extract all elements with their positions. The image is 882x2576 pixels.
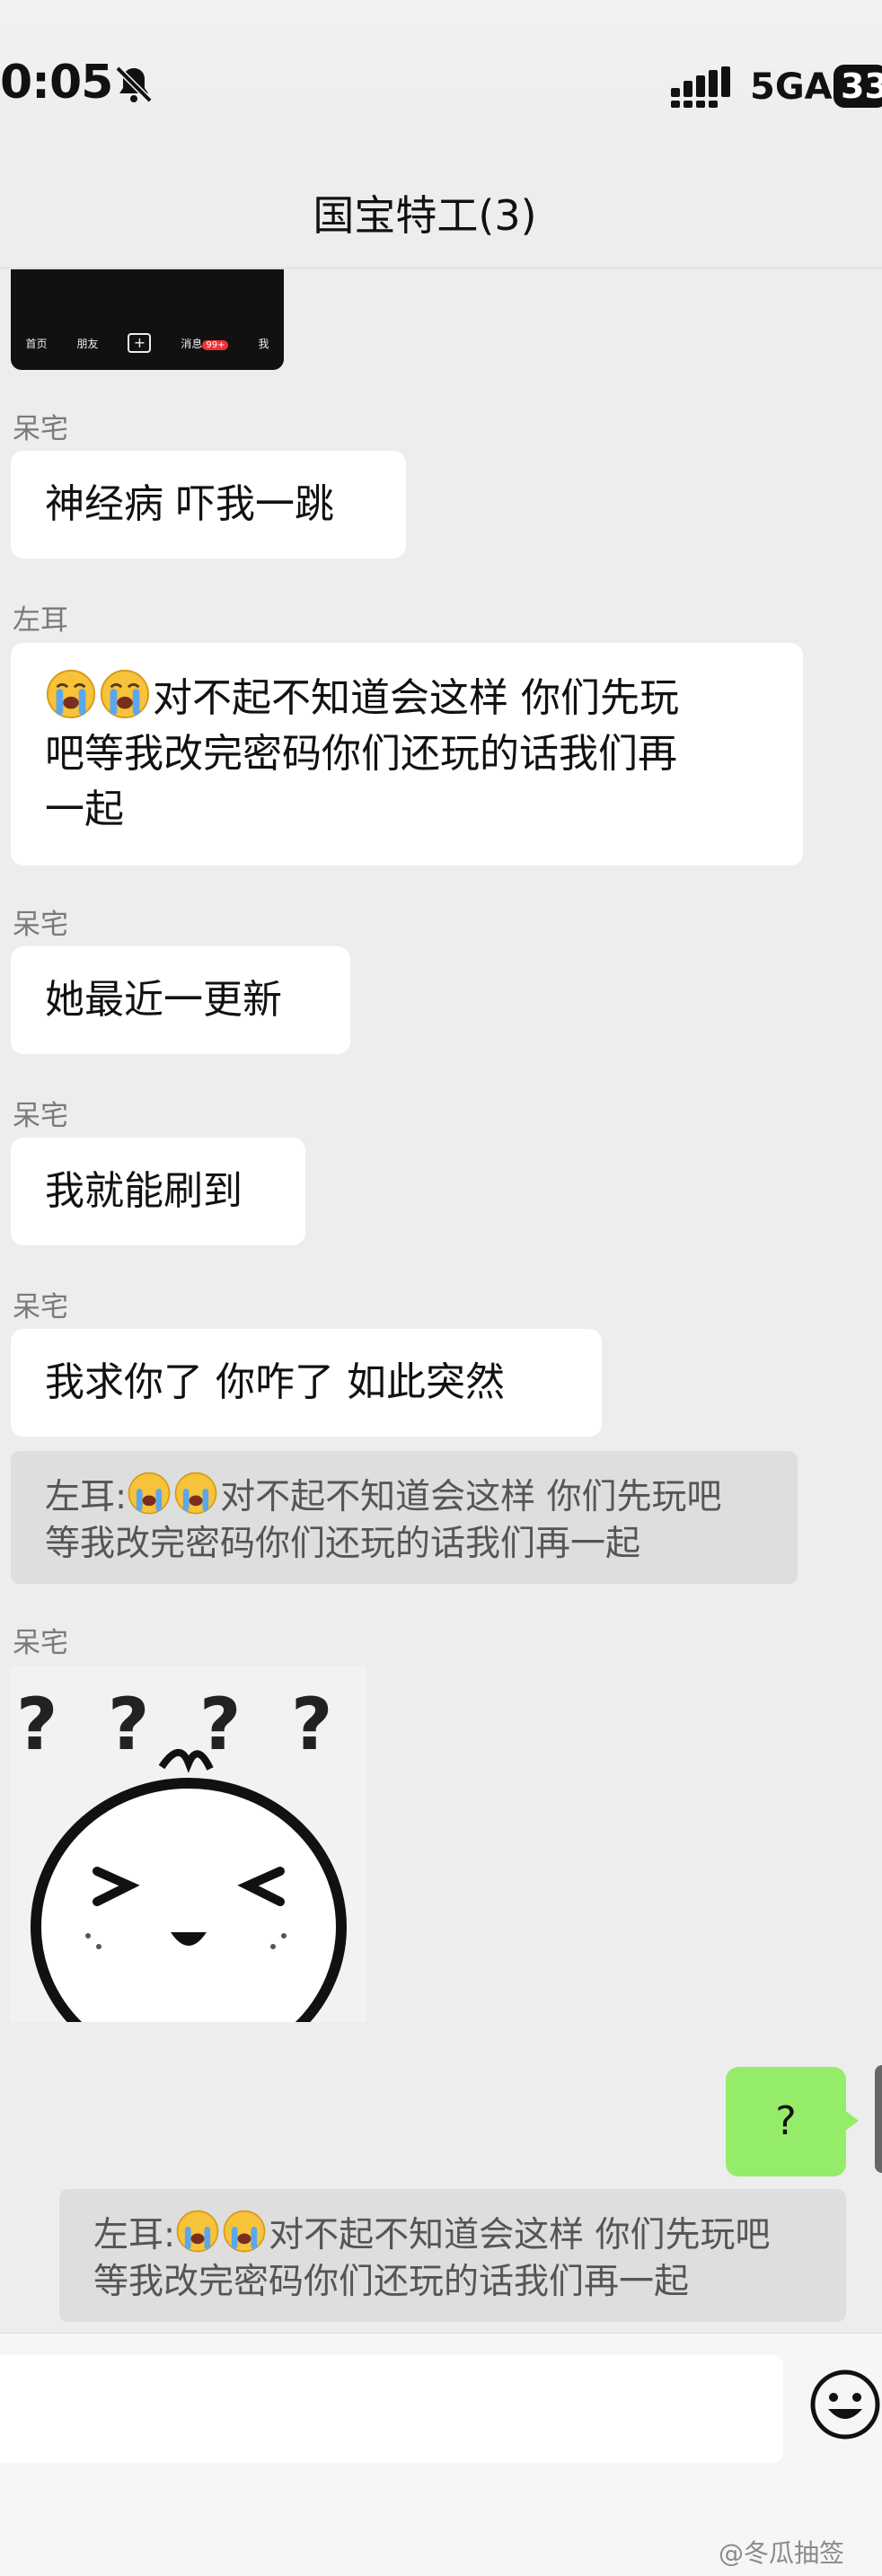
quote-line: 左耳: 对不起不知道会这样 你们先玩吧: [45, 1471, 763, 1521]
battery-icon: 33: [833, 65, 882, 108]
crying-face-icon: [176, 2210, 219, 2253]
quote-prefix: 左耳:: [45, 1477, 128, 1517]
avatar[interactable]: [875, 2065, 882, 2173]
status-time: 0:05: [0, 56, 113, 110]
my-message-bubble[interactable]: ?: [726, 2067, 846, 2176]
crying-face-icon: [174, 1472, 217, 1515]
message-text: 对不起不知道会这样 你们先玩: [153, 675, 679, 721]
sender-name: 呆宅: [13, 1627, 68, 1659]
svg-text:?: ?: [108, 1683, 149, 1766]
quote-line: 等我改完密码你们还玩的话我们再一起: [45, 1524, 641, 1564]
crying-face-icon: [128, 1472, 171, 1515]
network-type: 5GA: [750, 66, 833, 108]
status-bar: 0:05 5GA 33: [0, 0, 882, 171]
quoted-message[interactable]: 左耳: 对不起不知道会这样 你们先玩吧 等我改完密码你们还玩的话我们再一起: [11, 1451, 798, 1584]
confused-face-sticker[interactable]: ????: [11, 1666, 366, 2022]
sender-name: 呆宅: [13, 413, 68, 445]
message-bubble[interactable]: 我就能刷到: [11, 1138, 305, 1245]
image-message-thumbnail[interactable]: 首页 朋友 + 消息 99+ 我: [11, 269, 284, 370]
quote-line: 等我改完密码你们还玩的话我们再一起: [93, 2262, 690, 2302]
crying-face-icon: [46, 669, 96, 719]
sender-name: 呆宅: [13, 909, 68, 941]
battery-level: 33: [841, 66, 882, 106]
my-bubble-tail: [844, 2110, 859, 2132]
thumb-tab-messages: 消息 99+: [181, 336, 229, 351]
quoted-message[interactable]: 左耳: 对不起不知道会这样 你们先玩吧 等我改完密码你们还玩的话我们再一起: [59, 2189, 846, 2322]
message-bubble[interactable]: 我求你了 你咋了 如此突然: [11, 1329, 602, 1437]
thumb-tab-home: 首页: [25, 337, 48, 350]
watermark: @冬瓜抽签: [719, 2538, 845, 2568]
signal-icon: [671, 66, 730, 108]
message-bubble[interactable]: 对不起不知道会这样 你们先玩 吧等我改完密码你们还玩的话我们再 一起: [11, 643, 803, 866]
message-line: 一起: [45, 787, 124, 832]
thumbnail-tabbar: 首页 朋友 + 消息 99+ 我: [11, 316, 284, 370]
thumb-tab-friends: 朋友: [76, 337, 99, 350]
quote-text: 对不起不知道会这样 你们先玩吧: [269, 2215, 771, 2255]
quote-prefix: 左耳:: [93, 2215, 176, 2255]
thumb-plus-icon: +: [128, 333, 152, 353]
chat-title[interactable]: 国宝特工(3): [0, 183, 850, 242]
emoji-button-icon[interactable]: [808, 2368, 882, 2441]
sender-name: 呆宅: [13, 1291, 68, 1323]
thumb-tab-me: 我: [258, 337, 269, 350]
svg-text:?: ?: [291, 1683, 332, 1766]
message-line: 对不起不知道会这样 你们先玩: [45, 668, 769, 726]
quote-text: 对不起不知道会这样 你们先玩吧: [220, 1477, 722, 1517]
thumb-badge: 99+: [202, 339, 229, 350]
svg-text:?: ?: [16, 1683, 57, 1766]
svg-text:?: ?: [199, 1683, 241, 1766]
message-line: 吧等我改完密码你们还玩的话我们再: [45, 731, 677, 777]
message-bubble[interactable]: 她最近一更新: [11, 946, 350, 1054]
message-bubble[interactable]: 神经病 吓我一跳: [11, 451, 406, 558]
mute-bell-icon: [115, 66, 153, 103]
quote-line: 左耳: 对不起不知道会这样 你们先玩吧: [93, 2209, 812, 2259]
message-input[interactable]: [0, 2355, 783, 2463]
sender-name: 左耳: [13, 604, 68, 637]
crying-face-icon: [100, 669, 150, 719]
sender-name: 呆宅: [13, 1100, 68, 1132]
crying-face-icon: [223, 2210, 266, 2253]
